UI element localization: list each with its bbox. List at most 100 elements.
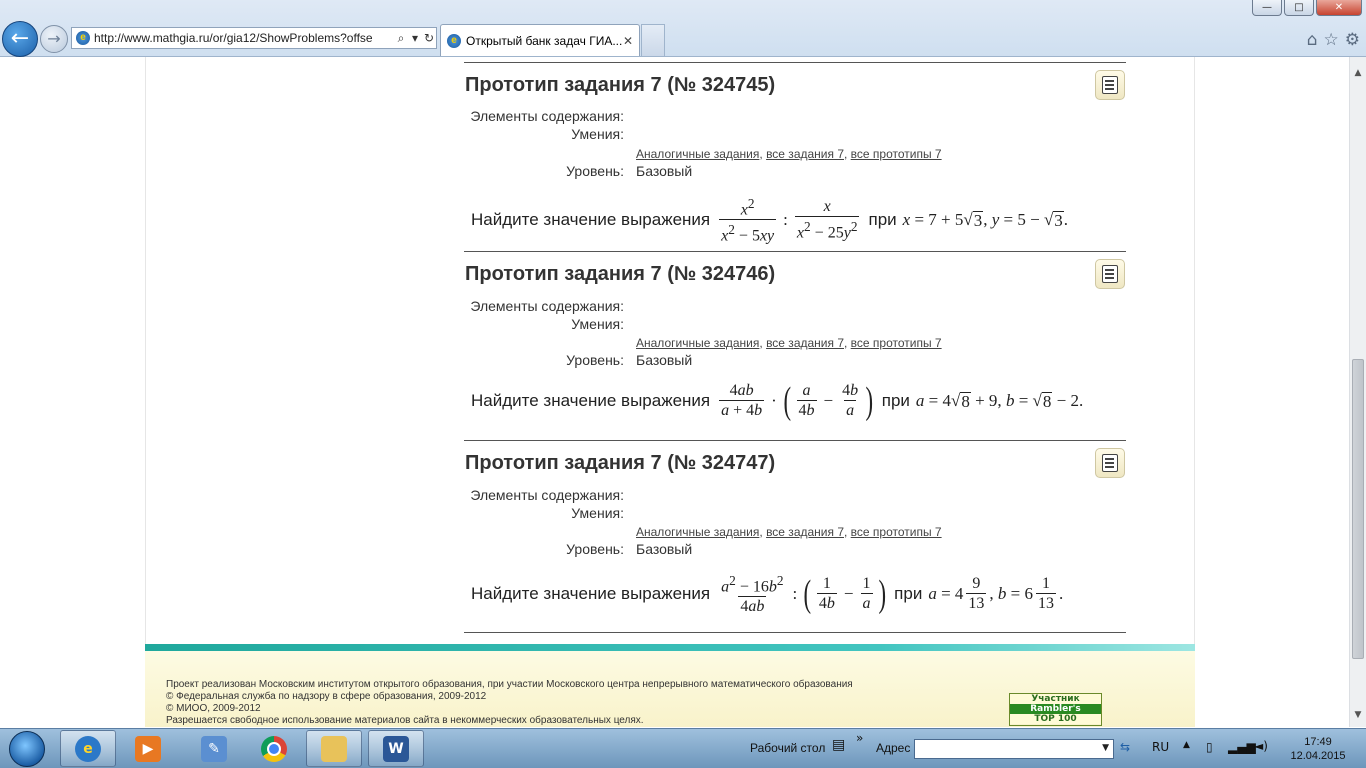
rambler-line: Участник	[1010, 694, 1101, 704]
taskbar-chrome[interactable]	[246, 730, 302, 767]
toolbar-icons: ⌂ ☆ ⚙	[1307, 30, 1360, 50]
document-button[interactable]	[1095, 70, 1125, 100]
link-analog-tasks[interactable]: Аналогичные задания	[636, 525, 759, 539]
signal-icon[interactable]: ▂▄▆	[1228, 740, 1256, 754]
problem-card: Прототип задания 7 (№ 324746) Элементы с…	[464, 251, 1126, 441]
level-value: Базовый	[636, 541, 693, 557]
language-indicator[interactable]: RU	[1152, 740, 1169, 754]
footer: Проект реализован Московским институтом …	[145, 651, 1195, 727]
problem-card: Прототип задания 7 (№ 324747) Элементы с…	[464, 440, 1126, 632]
taskbar-explorer[interactable]	[306, 730, 362, 767]
volume-icon[interactable]: ◄)	[1254, 739, 1268, 753]
rambler-line: Rambler's	[1010, 704, 1101, 714]
taskbar: e ▶ ✎ W Рабочий стол ▤ » Адрес ▼ ⇆ RU ▲ …	[0, 728, 1366, 768]
scroll-up-icon[interactable]: ▲	[1350, 65, 1366, 81]
folder-icon	[321, 735, 347, 762]
document-button[interactable]	[1095, 259, 1125, 289]
tab-active[interactable]: e Открытый банк задач ГИА... ✕	[440, 24, 640, 56]
problem-links: Аналогичные задания, все задания 7, все …	[636, 336, 942, 350]
tab-close-icon[interactable]: ✕	[623, 34, 633, 48]
toolbar-chevron-icon[interactable]: »	[856, 731, 863, 745]
desktop-toolbar-label[interactable]: Рабочий стол	[750, 741, 825, 755]
go-icon[interactable]: ⇆	[1120, 740, 1130, 754]
scrollbar-thumb[interactable]	[1352, 359, 1364, 659]
task-statement: Найдите значение выражения x2 x2 − 5xy : …	[471, 194, 1068, 247]
taskbar-address-input[interactable]: ▼	[914, 739, 1114, 759]
browser-chrome: — □ ✕ ← → e http://www.mathgia.ru/or/gia…	[0, 0, 1366, 57]
level-value: Базовый	[636, 352, 693, 368]
link-all-tasks[interactable]: все задания 7	[766, 336, 844, 350]
window-controls: — □ ✕	[1250, 0, 1362, 18]
task-text: Найдите значение выражения	[471, 391, 711, 410]
task-statement: Найдите значение выражения a2 − 16b2 4ab …	[471, 571, 1063, 617]
link-all-prototypes[interactable]: все прототипы 7	[851, 147, 942, 161]
minimize-button[interactable]: —	[1252, 0, 1282, 16]
refresh-icon[interactable]: ↻	[422, 31, 436, 45]
desktop-icon[interactable]: ▤	[832, 737, 845, 753]
math-expression: a2 − 16b2 4ab : ( 1 4b − 1a ) при a = 4 9 13…	[721, 573, 1064, 616]
taskbar-ie[interactable]: e	[60, 730, 116, 767]
close-window-button[interactable]: ✕	[1316, 0, 1362, 16]
link-all-tasks[interactable]: все задания 7	[766, 525, 844, 539]
ie-icon: e	[75, 735, 101, 762]
clock-time: 17:49	[1304, 736, 1332, 748]
clock-date: 12.04.2015	[1290, 750, 1346, 762]
forward-button[interactable]: →	[40, 25, 68, 53]
word-pri: при	[894, 584, 923, 604]
word-icon: W	[383, 735, 409, 762]
label-content-elements: Элементы содержания:	[470, 487, 624, 503]
address-bar[interactable]: e http://www.mathgia.ru/or/gia12/ShowPro…	[71, 27, 437, 49]
battery-icon[interactable]: ▯	[1206, 740, 1213, 754]
footer-line: © МИОО, 2009-2012	[166, 703, 261, 714]
rambler-line: TOP 100	[1010, 714, 1101, 724]
problem-title: Прототип задания 7 (№ 324746)	[465, 263, 776, 285]
clock[interactable]: 17:49 12.04.2015	[1288, 735, 1348, 763]
new-tab-button[interactable]	[641, 24, 665, 56]
back-button[interactable]: ←	[2, 21, 38, 57]
footer-line: © Федеральная служба по надзору в сфере …	[166, 691, 487, 702]
link-analog-tasks[interactable]: Аналогичные задания	[636, 336, 759, 350]
start-button[interactable]	[2, 730, 52, 768]
problem-title: Прототип задания 7 (№ 324745)	[465, 74, 776, 96]
back-arrow-icon: ←	[10, 26, 30, 51]
document-icon	[1102, 76, 1118, 94]
vertical-scrollbar[interactable]: ▲ ▼	[1349, 57, 1366, 727]
label-content-elements: Элементы содержания:	[470, 298, 624, 314]
chevron-down-icon[interactable]: ▼	[1102, 743, 1109, 753]
favorites-star-icon[interactable]: ☆	[1324, 30, 1339, 50]
link-analog-tasks[interactable]: Аналогичные задания	[636, 147, 759, 161]
tab-favicon-icon: e	[447, 33, 461, 48]
word-pri: при	[881, 391, 910, 410]
link-all-prototypes[interactable]: все прототипы 7	[851, 525, 942, 539]
rambler-top100-badge[interactable]: Участник Rambler's TOP 100	[1009, 693, 1102, 726]
divider	[464, 440, 1126, 441]
gear-icon[interactable]: ⚙	[1345, 30, 1360, 50]
search-icon[interactable]: ⌕	[394, 31, 408, 46]
windows-orb-icon	[9, 731, 45, 767]
taskbar-media-player[interactable]: ▶	[120, 730, 176, 767]
home-icon[interactable]: ⌂	[1307, 30, 1318, 50]
site-favicon-icon: e	[76, 31, 90, 45]
scroll-down-icon[interactable]: ▼	[1350, 707, 1366, 723]
address-url[interactable]: http://www.mathgia.ru/or/gia12/ShowProbl…	[94, 31, 394, 45]
word-pri: при	[868, 210, 897, 230]
task-text: Найдите значение выражения	[471, 584, 711, 604]
chevron-down-icon[interactable]: ▾	[408, 31, 422, 45]
show-hidden-icons-icon[interactable]: ▲	[1183, 740, 1190, 750]
link-all-tasks[interactable]: все задания 7	[766, 147, 844, 161]
label-level: Уровень:	[566, 541, 624, 557]
footer-line: Разрешается свободное использование мате…	[166, 715, 644, 726]
taskbar-word[interactable]: W	[368, 730, 424, 767]
task-text: Найдите значение выражения	[471, 210, 711, 230]
maximize-button[interactable]: □	[1284, 0, 1314, 16]
document-button[interactable]	[1095, 448, 1125, 478]
label-level: Уровень:	[566, 352, 624, 368]
divider	[464, 62, 1126, 63]
level-value: Базовый	[636, 163, 693, 179]
task-statement: Найдите значение выражения 4ab a + 4b · (…	[471, 381, 1083, 421]
divider	[464, 251, 1126, 252]
label-skills: Умения:	[571, 126, 624, 142]
taskbar-paint[interactable]: ✎	[186, 730, 242, 767]
label-content-elements: Элементы содержания:	[470, 108, 624, 124]
link-all-prototypes[interactable]: все прототипы 7	[851, 336, 942, 350]
